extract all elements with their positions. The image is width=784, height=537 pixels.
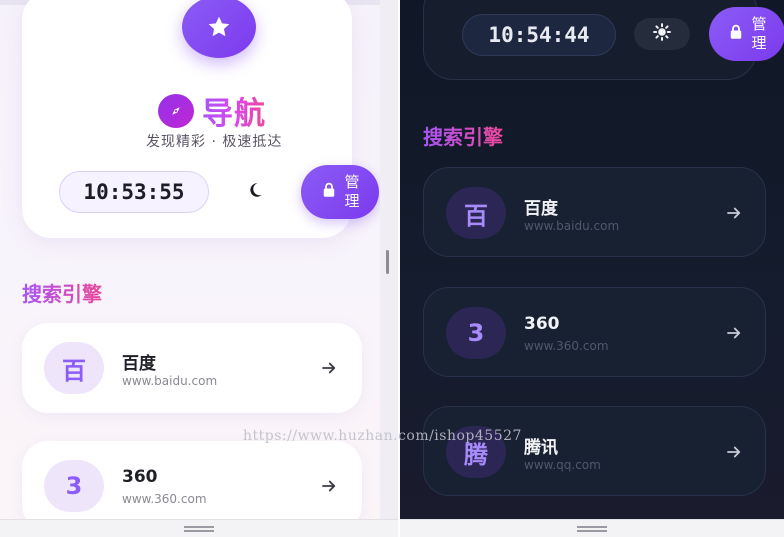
engine-name: 360: [122, 467, 158, 487]
engine-name: 百度: [524, 199, 558, 219]
engine-icon-baidu: 百: [446, 187, 506, 239]
scrollbar-thumb[interactable]: [386, 250, 389, 274]
engine-icon-baidu: 百: [44, 342, 104, 394]
resize-handle-right[interactable]: [400, 519, 784, 537]
engine-card-baidu[interactable]: 百 百度 www.baidu.com: [423, 167, 766, 257]
engine-card-360[interactable]: 3 360 www.360.com: [22, 441, 362, 531]
section-title-search-engines: 搜索引擎: [423, 121, 503, 150]
watermark-text: https://www.huzhan.com/ishop45527: [243, 428, 522, 444]
admin-button[interactable]: 管理: [301, 165, 379, 219]
page-title: 导航: [202, 88, 266, 133]
sun-icon: [652, 22, 672, 46]
grip-icon: [184, 525, 214, 532]
section-title-search-engines: 搜索引擎: [22, 278, 102, 307]
moon-icon: [246, 181, 264, 203]
theme-toggle-button[interactable]: [226, 175, 284, 209]
engine-card-360[interactable]: 3 360 www.360.com: [423, 287, 766, 377]
engine-name: 腾讯: [524, 438, 558, 458]
admin-button[interactable]: 管理: [709, 7, 784, 61]
engine-url: www.qq.com: [524, 458, 601, 472]
engine-card-tencent[interactable]: 腾 腾讯 www.qq.com: [423, 406, 766, 496]
engine-card-baidu[interactable]: 百 百度 www.baidu.com: [22, 323, 362, 413]
engine-name: 百度: [122, 354, 156, 374]
arrow-right-icon: [725, 324, 743, 346]
brand-title-row: 导航: [158, 88, 266, 133]
admin-button-label: 管理: [751, 15, 767, 52]
admin-button-label: 管理: [344, 173, 360, 210]
engine-url: www.360.com: [524, 339, 609, 353]
engine-url: www.baidu.com: [524, 219, 620, 233]
arrow-right-icon: [320, 477, 338, 499]
engine-name: 360: [524, 314, 560, 334]
engine-url: www.360.com: [122, 492, 207, 506]
clock-display: 10:53:55: [59, 171, 209, 213]
grip-icon: [577, 525, 607, 532]
engine-url: www.baidu.com: [122, 374, 218, 388]
engine-icon-360: 3: [44, 460, 104, 512]
arrow-right-icon: [725, 443, 743, 465]
resize-handle-left[interactable]: [0, 519, 398, 537]
star-icon: [182, 0, 256, 58]
clock-display: 10:54:44: [462, 14, 616, 56]
arrow-right-icon: [725, 204, 743, 226]
engine-icon-360: 3: [446, 307, 506, 359]
theme-toggle-button[interactable]: [634, 18, 690, 50]
header-card: 10:54:44: [423, 0, 757, 80]
compass-icon: [158, 93, 194, 128]
lock-icon: [320, 181, 338, 203]
lock-icon: [727, 23, 745, 45]
page-subtitle: 发现精彩 · 极速抵达: [146, 134, 283, 150]
light-theme-panel: 导航 发现精彩 · 极速抵达 10:53:55 管理 搜索引擎 百 百度 www…: [0, 0, 398, 537]
arrow-right-icon: [320, 359, 338, 381]
